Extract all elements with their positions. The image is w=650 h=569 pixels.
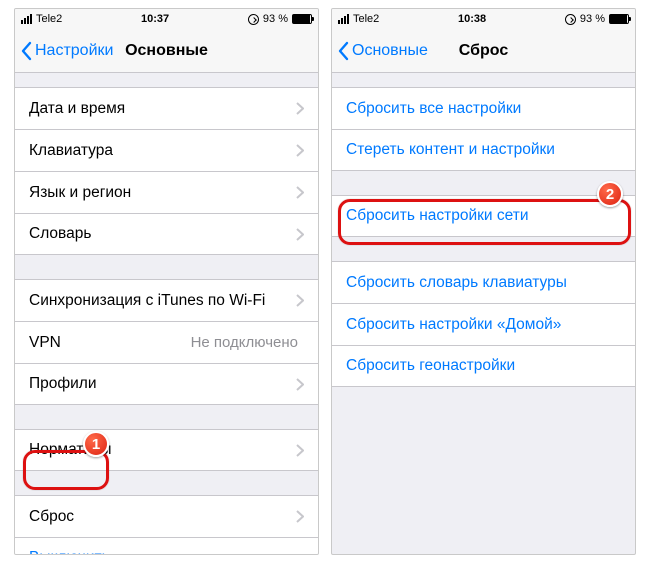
settings-row[interactable]: Сбросить словарь клавиатуры bbox=[332, 261, 635, 303]
settings-row[interactable]: Выключить bbox=[15, 537, 318, 554]
status-bar: Tele2 10:37 93 % bbox=[15, 9, 318, 29]
chevron-right-icon bbox=[296, 186, 304, 199]
row-label: Профили bbox=[29, 375, 296, 393]
chevron-right-icon bbox=[296, 294, 304, 307]
nav-bar: Настройки Основные bbox=[15, 29, 318, 73]
chevron-right-icon bbox=[296, 144, 304, 157]
row-label: Стереть контент и настройки bbox=[346, 141, 621, 159]
chevron-right-icon bbox=[296, 444, 304, 457]
row-label: Сбросить все настройки bbox=[346, 100, 621, 118]
status-bar: Tele2 10:38 93 % bbox=[332, 9, 635, 29]
row-label: Нормативы bbox=[29, 441, 296, 459]
settings-row[interactable]: Клавиатура bbox=[15, 129, 318, 171]
row-label: Сбросить геонастройки bbox=[346, 357, 621, 375]
back-label: Настройки bbox=[35, 42, 113, 60]
phone-reset: Tele2 10:38 93 % Основные Сброс Сбросить… bbox=[331, 8, 636, 555]
battery-percent: 93 % bbox=[263, 13, 288, 25]
back-button[interactable]: Основные bbox=[338, 41, 428, 61]
settings-group: Дата и время Клавиатура Язык и регион Слова… bbox=[15, 87, 318, 255]
battery-icon bbox=[609, 14, 629, 24]
signal-icon bbox=[21, 14, 32, 24]
settings-group: Сбросить настройки сети bbox=[332, 195, 635, 237]
settings-row[interactable]: Дата и время bbox=[15, 87, 318, 129]
row-label: Клавиатура bbox=[29, 142, 296, 160]
row-detail: Не подключено bbox=[191, 334, 298, 351]
settings-row[interactable]: Язык и регион bbox=[15, 171, 318, 213]
settings-group: Сбросить все настройки Стереть контент и … bbox=[332, 87, 635, 171]
battery-percent: 93 % bbox=[580, 13, 605, 25]
settings-row[interactable]: Сбросить все настройки bbox=[332, 87, 635, 129]
row-label: VPN bbox=[29, 334, 191, 352]
settings-group: Сброс Выключить bbox=[15, 495, 318, 554]
settings-body[interactable]: Дата и время Клавиатура Язык и регион Слова… bbox=[15, 73, 318, 554]
settings-group: Сбросить словарь клавиатуры Сбросить наст… bbox=[332, 261, 635, 387]
row-label: Сбросить настройки «Домой» bbox=[346, 316, 621, 334]
chevron-right-icon bbox=[296, 228, 304, 241]
row-label: Синхронизация с iTunes по Wi-Fi bbox=[29, 292, 296, 310]
clock: 10:38 bbox=[379, 13, 565, 25]
settings-row[interactable]: Нормативы bbox=[15, 429, 318, 471]
settings-row[interactable]: Синхронизация с iTunes по Wi-Fi bbox=[15, 279, 318, 321]
row-label: Словарь bbox=[29, 225, 296, 243]
row-label: Язык и регион bbox=[29, 184, 296, 202]
phone-general: Tele2 10:37 93 % Настройки Основные Дата… bbox=[14, 8, 319, 555]
chevron-right-icon bbox=[296, 102, 304, 115]
settings-row[interactable]: Словарь bbox=[15, 213, 318, 255]
battery-icon bbox=[292, 14, 312, 24]
row-label: Сброс bbox=[29, 508, 296, 526]
settings-row[interactable]: Сбросить настройки сети bbox=[332, 195, 635, 237]
settings-row[interactable]: Профили bbox=[15, 363, 318, 405]
settings-row[interactable]: Сброс bbox=[15, 495, 318, 537]
row-label: Дата и время bbox=[29, 100, 296, 118]
settings-row[interactable]: VPNНе подключено bbox=[15, 321, 318, 363]
chevron-right-icon bbox=[296, 510, 304, 523]
settings-row[interactable]: Сбросить настройки «Домой» bbox=[332, 303, 635, 345]
nav-bar: Основные Сброс bbox=[332, 29, 635, 73]
settings-row[interactable]: Стереть контент и настройки bbox=[332, 129, 635, 171]
row-label: Сбросить настройки сети bbox=[346, 207, 621, 225]
clock: 10:37 bbox=[62, 13, 248, 25]
chevron-right-icon bbox=[296, 378, 304, 391]
orientation-lock-icon bbox=[248, 14, 259, 25]
orientation-lock-icon bbox=[565, 14, 576, 25]
row-label: Выключить bbox=[29, 549, 304, 554]
carrier-label: Tele2 bbox=[36, 13, 62, 25]
row-label: Сбросить словарь клавиатуры bbox=[346, 274, 621, 292]
settings-group: Синхронизация с iTunes по Wi-Fi VPNНе под… bbox=[15, 279, 318, 405]
carrier-label: Tele2 bbox=[353, 13, 379, 25]
settings-row[interactable]: Сбросить геонастройки bbox=[332, 345, 635, 387]
settings-group: Нормативы bbox=[15, 429, 318, 471]
back-label: Основные bbox=[352, 42, 428, 60]
signal-icon bbox=[338, 14, 349, 24]
back-button[interactable]: Настройки bbox=[21, 41, 113, 61]
settings-body[interactable]: Сбросить все настройки Стереть контент и … bbox=[332, 73, 635, 554]
